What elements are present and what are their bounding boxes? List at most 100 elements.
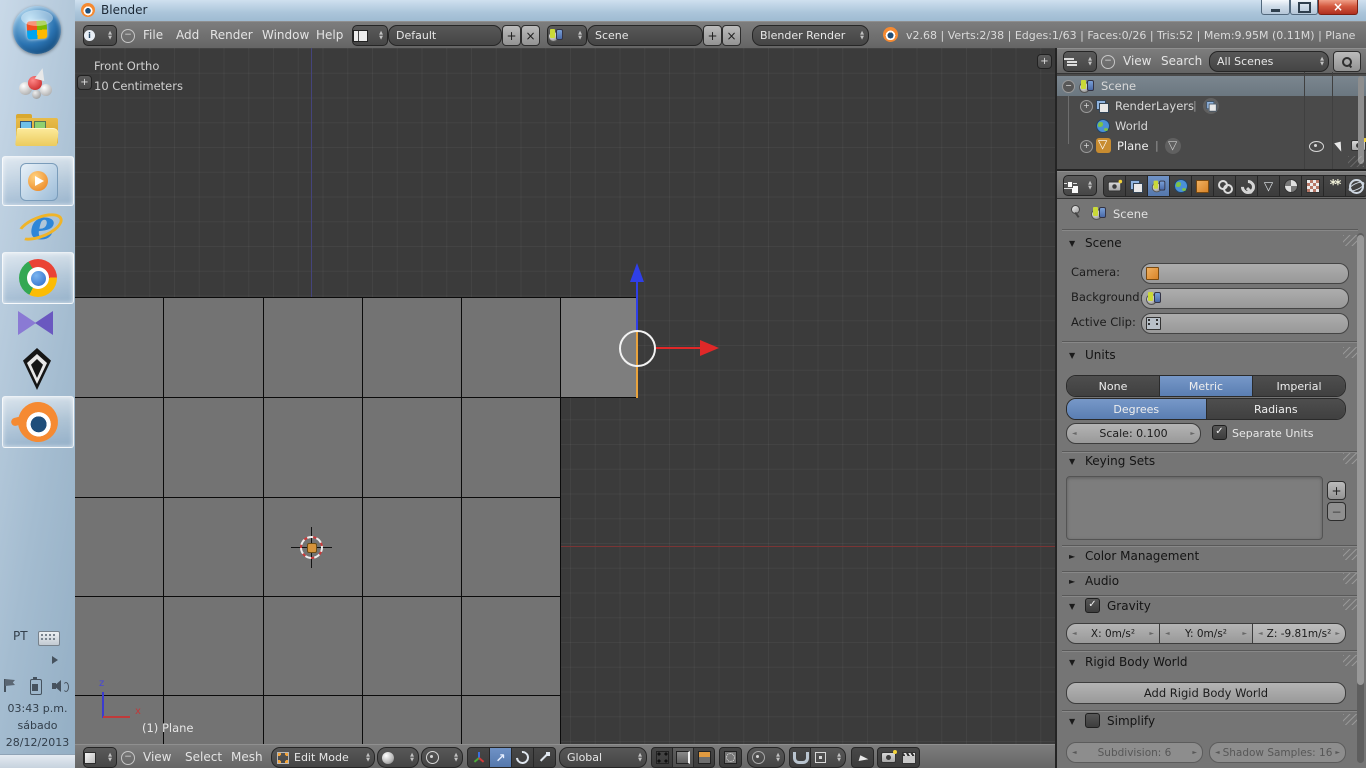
panel-toggle-icon[interactable]: ▼: [1069, 351, 1075, 360]
properties-scrollbar-track[interactable]: [1357, 233, 1364, 763]
outliner-row-scene[interactable]: − Scene: [1057, 76, 1366, 96]
panel-title-gravity[interactable]: Gravity: [1107, 599, 1151, 613]
toolshelf-expand-button[interactable]: +: [77, 75, 92, 90]
gravity-y-field[interactable]: Y: 0m/s²: [1159, 623, 1253, 644]
panel-title-color-management[interactable]: Color Management: [1085, 549, 1199, 563]
face-select-button[interactable]: [694, 747, 715, 768]
panel-title-keying-sets[interactable]: Keying Sets: [1085, 454, 1155, 468]
tab-modifiers[interactable]: [1236, 175, 1258, 197]
menu-file[interactable]: File: [143, 28, 163, 42]
editor-type-button-properties[interactable]: [1063, 175, 1097, 196]
taskbar-item-skyrim[interactable]: [23, 348, 53, 392]
outliner-row-renderlayers[interactable]: + RenderLayers |: [1057, 96, 1366, 116]
show-hidden-icons-arrow[interactable]: [52, 656, 58, 664]
unit-scale-slider[interactable]: Scale: 0.100: [1066, 423, 1201, 444]
editor-type-button-info[interactable]: i: [83, 25, 117, 46]
unit-system-imperial[interactable]: Imperial: [1253, 376, 1345, 396]
translate-manipulator-button[interactable]: ↗: [490, 747, 512, 768]
render-engine-dropdown[interactable]: Blender Render: [752, 25, 869, 46]
camera-field[interactable]: [1141, 263, 1349, 284]
tab-particles[interactable]: **: [1324, 175, 1346, 197]
outliner-scrollbar[interactable]: [1358, 76, 1364, 164]
expand-expander[interactable]: +: [1080, 100, 1093, 113]
visibility-eye-icon[interactable]: [1309, 141, 1324, 152]
tab-object-data[interactable]: ▽: [1258, 175, 1280, 197]
keyboard-icon[interactable]: [38, 631, 60, 646]
taskbar-item-explorer[interactable]: [15, 112, 60, 150]
menu-help[interactable]: Help: [316, 28, 343, 42]
viewport-shading-dropdown[interactable]: [377, 747, 419, 768]
outliner-row-plane[interactable]: + ▽ Plane | ▽: [1057, 136, 1366, 156]
scene-name-field[interactable]: Scene: [587, 25, 703, 46]
add-rigid-body-world-button[interactable]: Add Rigid Body World: [1066, 682, 1346, 704]
vertex-select-button[interactable]: [651, 747, 673, 768]
snap-element-dropdown[interactable]: [810, 747, 846, 768]
menu-view[interactable]: View: [143, 750, 171, 764]
tab-texture[interactable]: [1302, 175, 1324, 197]
panel-toggle-icon[interactable]: ►: [1069, 577, 1075, 586]
taskbar-item-blender[interactable]: [2, 396, 74, 448]
outliner-search-button[interactable]: [1333, 51, 1361, 72]
clock-time[interactable]: 03:43 p.m.: [0, 702, 75, 715]
taskbar-item-molecule-app[interactable]: [18, 66, 58, 106]
rotation-radians[interactable]: Radians: [1206, 399, 1345, 419]
tab-world[interactable]: [1170, 175, 1192, 197]
editor-type-button-outliner[interactable]: [1063, 51, 1097, 72]
outliner-row-world[interactable]: World: [1057, 116, 1366, 136]
gravity-checkbox[interactable]: ✓: [1085, 598, 1100, 613]
taskbar-item-kmplayer[interactable]: [18, 308, 58, 342]
panel-title-simplify[interactable]: Simplify: [1107, 714, 1155, 728]
manipulator-view-circle[interactable]: [619, 330, 656, 367]
opengl-render-anim-button[interactable]: [898, 747, 920, 768]
editor-type-button-3dview[interactable]: [83, 747, 117, 768]
close-button[interactable]: ×: [1318, 0, 1358, 15]
pivot-point-dropdown[interactable]: [421, 747, 463, 768]
battery-icon[interactable]: [30, 677, 42, 695]
transform-orientation-dropdown[interactable]: Global: [559, 747, 647, 768]
keying-sets-listbox[interactable]: [1066, 476, 1323, 540]
screen-layout-name-field[interactable]: Default: [388, 25, 502, 46]
proportional-edit-dropdown[interactable]: [747, 747, 785, 768]
gravity-x-field[interactable]: X: 0m/s²: [1066, 623, 1160, 644]
menu-window[interactable]: Window: [262, 28, 309, 42]
manipulator-z-arrow[interactable]: [630, 263, 644, 282]
taskbar-item-internet-explorer[interactable]: e: [13, 204, 67, 250]
panel-title-audio[interactable]: Audio: [1085, 574, 1119, 588]
screen-layout-icon-button[interactable]: [352, 25, 388, 46]
edge-select-button[interactable]: [673, 747, 694, 768]
panel-toggle-icon[interactable]: ►: [1069, 552, 1075, 561]
remove-keying-set-button[interactable]: −: [1327, 502, 1346, 521]
background-field[interactable]: [1141, 288, 1349, 309]
unit-system-metric[interactable]: Metric: [1160, 376, 1253, 396]
simplify-shadow-samples-slider[interactable]: Shadow Samples: 16: [1209, 742, 1346, 763]
tab-material[interactable]: [1280, 175, 1302, 197]
outliner-item-label[interactable]: World: [1115, 119, 1148, 133]
menu-select[interactable]: Select: [185, 750, 222, 764]
window-titlebar[interactable]: Blender ×: [75, 0, 1366, 22]
panel-toggle-icon[interactable]: ▼: [1069, 457, 1075, 466]
viewport-3d[interactable]: Front Ortho 10 Centimeters + + z x (1) P…: [75, 48, 1055, 744]
taskbar-item-media-player[interactable]: [2, 156, 74, 206]
pin-icon[interactable]: [1069, 204, 1081, 218]
scenes-filter-dropdown[interactable]: All Scenes: [1209, 51, 1329, 72]
delete-scene-button[interactable]: ×: [722, 25, 741, 46]
manipulator-x-shaft[interactable]: [655, 347, 700, 349]
manipulator-z-shaft[interactable]: [636, 281, 638, 332]
selectability-cursor-icon[interactable]: [1334, 139, 1346, 152]
maximize-button[interactable]: [1290, 0, 1318, 15]
add-scene-button[interactable]: +: [703, 25, 722, 46]
collapse-expander[interactable]: −: [1062, 80, 1075, 93]
simplify-checkbox[interactable]: [1085, 713, 1100, 728]
collapse-menus-button[interactable]: −: [1101, 55, 1115, 69]
manipulator-toggle-button[interactable]: [467, 747, 490, 768]
tab-physics[interactable]: [1346, 175, 1366, 197]
menu-add[interactable]: Add: [176, 28, 199, 42]
add-keying-set-button[interactable]: +: [1327, 481, 1346, 500]
panel-title-rigid-body-world[interactable]: Rigid Body World: [1085, 655, 1188, 669]
minimize-button[interactable]: [1261, 0, 1290, 15]
panel-title-units[interactable]: Units: [1085, 348, 1116, 362]
rotate-manipulator-button[interactable]: [512, 747, 534, 768]
delete-layout-button[interactable]: ×: [521, 25, 540, 46]
panel-toggle-icon[interactable]: ▼: [1069, 602, 1075, 611]
snap-toggle-button[interactable]: [789, 747, 812, 768]
